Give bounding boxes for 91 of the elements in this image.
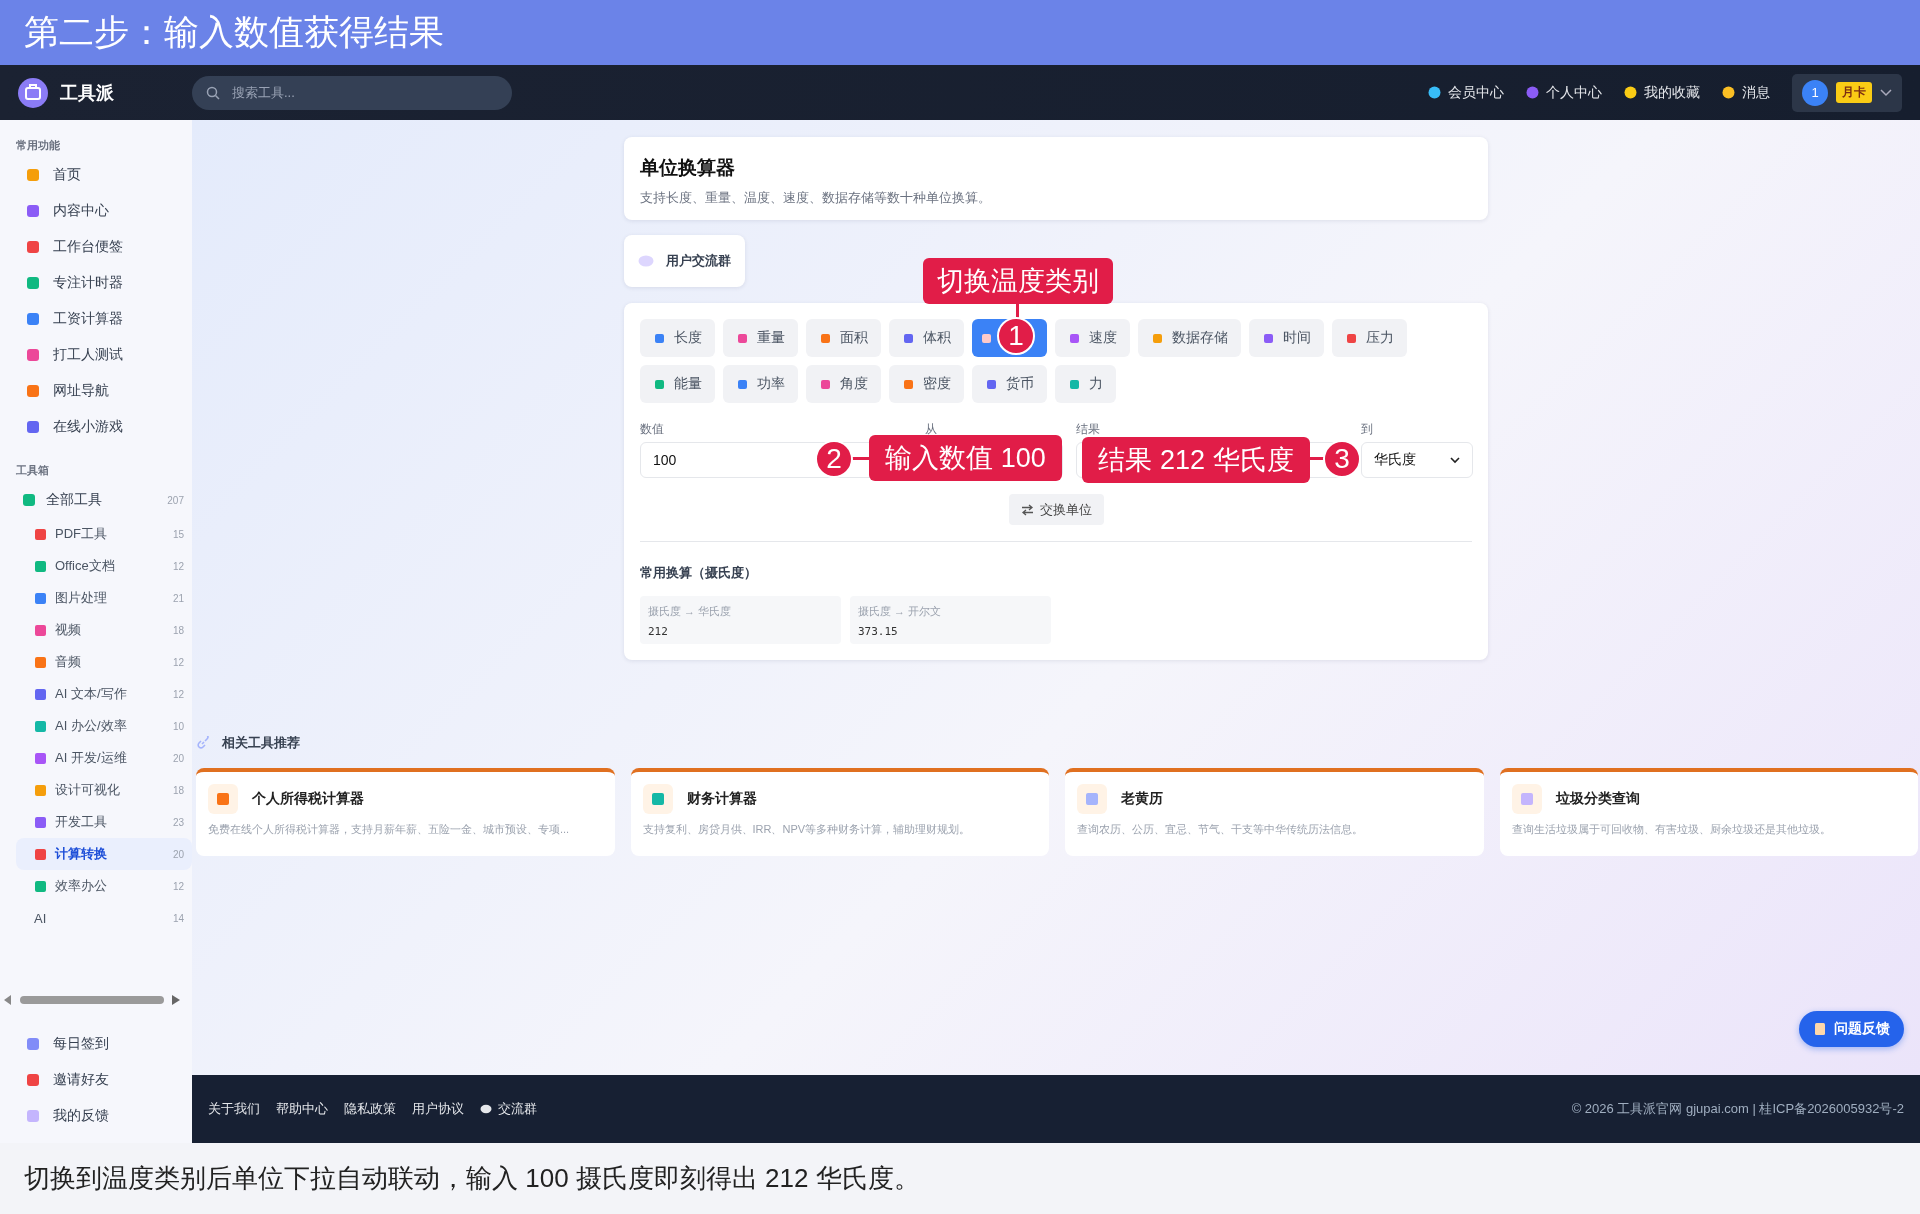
sidebar-item[interactable]: AI 开发/运维 20 <box>16 742 192 774</box>
tool-title: 财务计算器 <box>686 790 757 808</box>
user-menu[interactable]: 1 月卡 <box>1792 73 1902 112</box>
sidebar-item[interactable]: 打工人测试 <box>16 337 192 373</box>
category-tab[interactable]: 长度 <box>640 319 715 357</box>
footer-link[interactable]: 用户协议 <box>412 1100 464 1118</box>
nav-link[interactable]: 会员中心 <box>1428 83 1504 102</box>
sidebar-item[interactable]: 内容中心 <box>16 193 192 229</box>
sidebar-item[interactable]: 我的反馈 <box>16 1098 192 1134</box>
category-tab[interactable]: 功率 <box>723 365 798 403</box>
feedback-button[interactable]: 问题反馈 <box>1799 1011 1904 1047</box>
user-avatar: 1 <box>1802 79 1828 106</box>
tool-description: 免费在线个人所得税计算器，支持月薪年薪、五险一金、城市预设、专项... <box>208 822 571 837</box>
sidebar-item[interactable]: AI 办公/效率 10 <box>16 710 192 742</box>
category-tab[interactable]: 压力 <box>1332 319 1407 357</box>
sidebar-item[interactable]: 邀请好友 <box>16 1062 192 1098</box>
page-title: 单位换算器 <box>640 156 736 180</box>
category-tab[interactable]: 货币 <box>972 365 1047 403</box>
tool-title: 老黄历 <box>1121 790 1163 808</box>
footer-link[interactable]: 隐私政策 <box>344 1100 396 1118</box>
sidebar-item[interactable]: 在线小游戏 <box>16 409 192 445</box>
callout-tooltip: 切换温度类别 <box>923 258 1113 304</box>
tool-card[interactable]: 老黄历 查询农历、公历、宜忌、节气、干支等中华传统历法信息。 <box>1065 768 1484 856</box>
sidebar-item[interactable]: 开发工具 23 <box>16 806 192 838</box>
conversion-value: 373.15 <box>858 625 899 638</box>
category-tab[interactable]: 速度 <box>1055 319 1130 357</box>
sidebar-item[interactable]: AI 14 <box>16 902 192 934</box>
category-tab[interactable]: 体积 <box>889 319 964 357</box>
tool-card[interactable]: 个人所得税计算器 免费在线个人所得税计算器，支持月薪年薪、五险一金、城市预设、专项... <box>196 768 615 856</box>
page-description: 支持长度、重量、温度、速度、数据存储等数十种单位换算。 <box>640 189 992 207</box>
tool-description: 支持复利、房贷月供、IRR、NPV等多种财务计算，辅助理财规划。 <box>642 822 972 837</box>
group-button[interactable]: 用户交流群 <box>624 235 745 287</box>
tool-description: 查询生活垃圾属于可回收物、有害垃圾、厨余垃圾还是其他垃圾。 <box>1511 822 1832 837</box>
sidebar-item[interactable]: 效率办公 12 <box>16 870 192 902</box>
sidebar-item[interactable]: 音频 12 <box>16 646 192 678</box>
sidebar-item[interactable]: 计算转换 20 <box>16 838 192 870</box>
category-tab[interactable]: 能量 <box>640 365 715 403</box>
callout-tooltip: 输入数值 100 <box>869 435 1062 481</box>
conversion-label: 摄氏度 → 开尔文 <box>858 604 943 619</box>
sidebar-item[interactable]: AI 文本/写作 12 <box>16 678 192 710</box>
category-tab[interactable]: 重量 <box>723 319 798 357</box>
category-tab[interactable]: 密度 <box>889 365 964 403</box>
copyright-text: © 2026 工具派官网 gjupai.com | 桂ICP备2026005932号-2 <box>1571 1100 1904 1118</box>
tool-card[interactable]: 财务计算器 支持复利、房贷月供、IRR、NPV等多种财务计算，辅助理财规划。 <box>630 768 1049 856</box>
conversion-value: 212 <box>648 625 669 638</box>
nav-link[interactable]: 我的收藏 <box>1624 83 1700 102</box>
nav-link[interactable]: 个人中心 <box>1526 83 1602 102</box>
sidebar-item[interactable]: 工资计算器 <box>16 301 192 337</box>
field-label: 到 <box>1361 421 1374 438</box>
tool-title: 垃圾分类查询 <box>1555 790 1640 808</box>
category-tab[interactable]: 面积 <box>806 319 881 357</box>
field-label: 从 <box>925 421 938 438</box>
search-field[interactable]: 搜索工具... <box>192 75 512 110</box>
field-label: 结果 <box>1076 421 1101 438</box>
footer-link[interactable]: 交流群 <box>480 1100 537 1118</box>
sidebar-item[interactable]: 网址导航 <box>16 373 192 409</box>
swap-button[interactable]: 交换单位 <box>1008 494 1104 525</box>
sidebar-item[interactable]: 首页 <box>16 157 192 193</box>
category-tab[interactable]: 力 <box>1055 365 1116 403</box>
membership-badge: 月卡 <box>1836 82 1872 103</box>
sidebar-item[interactable]: 图片处理 21 <box>16 582 192 614</box>
section-title: 相关工具推荐 <box>222 734 300 752</box>
conversion-label: 摄氏度 → 华氏度 <box>648 604 733 619</box>
unit-dropdown[interactable]: 华氏度 <box>1361 442 1473 478</box>
sidebar-item[interactable]: 专注计时器 <box>16 265 192 301</box>
sidebar-item[interactable]: 全部工具 207 <box>16 482 192 518</box>
banner-title: 第二步：输入数值获得结果 <box>24 11 444 53</box>
conversion-card[interactable]: 摄氏度 → 华氏度 212 <box>640 596 841 644</box>
category-tab[interactable]: 角度 <box>806 365 881 403</box>
tool-card[interactable]: 垃圾分类查询 查询生活垃圾属于可回收物、有害垃圾、厨余垃圾还是其他垃圾。 <box>1499 768 1918 856</box>
sidebar-item[interactable]: Office文档 12 <box>16 550 192 582</box>
section-title: 工具箱 <box>16 463 50 478</box>
footer-link[interactable]: 帮助中心 <box>276 1100 328 1118</box>
sidebar-item[interactable]: 视频 18 <box>16 614 192 646</box>
category-tab[interactable]: 时间 <box>1249 319 1324 357</box>
conversion-card[interactable]: 摄氏度 → 开尔文 373.15 <box>850 596 1051 644</box>
caption-text: 切换到温度类别后单位下拉自动联动，输入 100 摄氏度即刻得出 212 华氏度。 <box>24 1162 920 1195</box>
sidebar-item[interactable]: 工作台便签 <box>16 229 192 265</box>
section-title: 常用功能 <box>16 138 61 153</box>
field-label: 数值 <box>640 421 665 438</box>
section-title: 常用换算（摄氏度） <box>640 564 758 582</box>
sidebar-item[interactable]: 每日签到 <box>16 1026 192 1062</box>
logo-text[interactable]: 工具派 <box>60 80 114 105</box>
sidebar-item[interactable]: 设计可视化 18 <box>16 774 192 806</box>
footer-link[interactable]: 关于我们 <box>208 1100 260 1118</box>
tool-description: 查询农历、公历、宜忌、节气、干支等中华传统历法信息。 <box>1077 822 1364 837</box>
sidebar-item[interactable]: PDF工具 15 <box>16 518 192 550</box>
nav-link[interactable]: 消息 <box>1722 83 1770 102</box>
category-tab[interactable]: 数据存储 <box>1138 319 1241 357</box>
callout-tooltip: 结果 212 华氏度 <box>1082 437 1310 483</box>
tool-title: 个人所得税计算器 <box>252 790 364 808</box>
